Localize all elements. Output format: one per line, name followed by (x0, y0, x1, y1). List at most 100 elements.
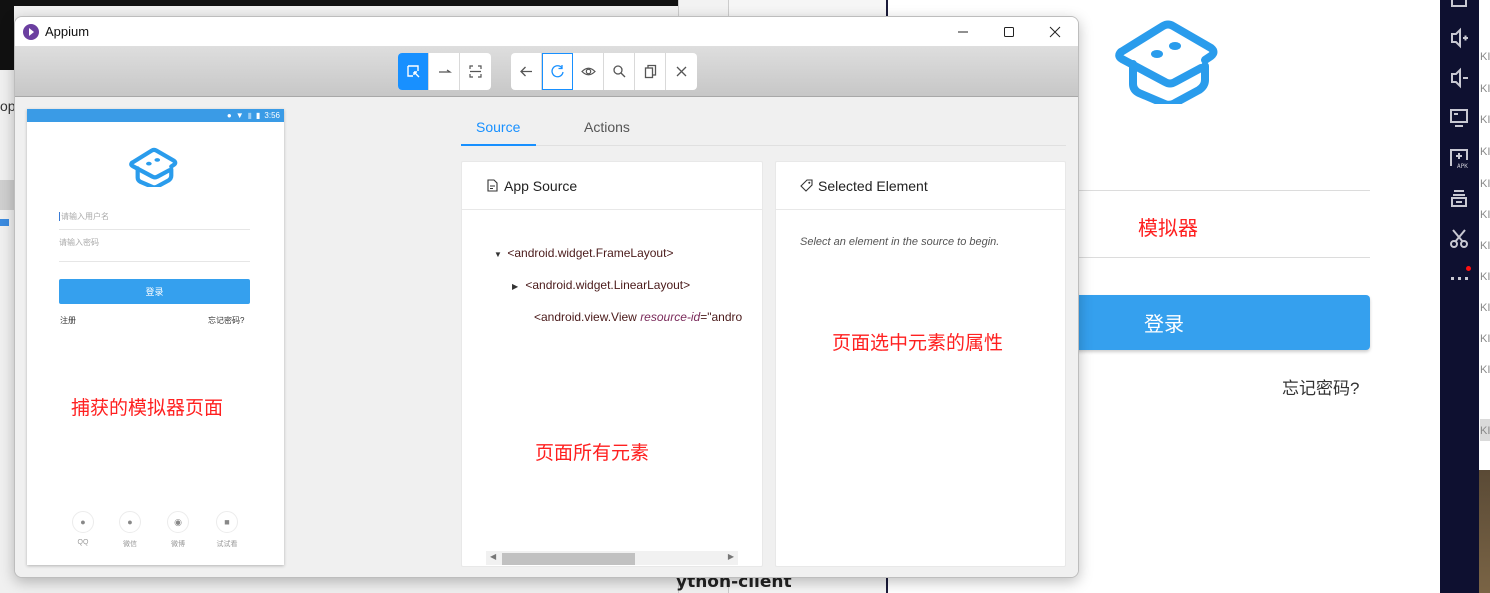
app-source-header: App Source (462, 162, 762, 210)
crop-frame-icon (469, 65, 482, 78)
app-logo-icon (1115, 20, 1218, 104)
device-username-field[interactable]: 请输入用户名 (59, 211, 250, 230)
tree-node[interactable]: <android.view.View resource-id="andro (534, 310, 742, 324)
tree-node-attr-value: ="andro (700, 310, 743, 324)
selected-element-header: Selected Element (776, 162, 1065, 210)
device-login-button[interactable]: 登录 (59, 279, 250, 304)
list-item: KI (1480, 240, 1490, 252)
social-label: 微博 (171, 541, 185, 548)
device-forgot-password-link[interactable]: 忘记密码? (208, 315, 244, 326)
active-tab-indicator (461, 144, 536, 146)
search-button[interactable] (604, 53, 635, 90)
mode-button-group (398, 53, 491, 90)
scrollbar-thumb[interactable] (502, 553, 635, 565)
refresh-button[interactable] (542, 53, 573, 90)
maximize-icon (1004, 26, 1014, 37)
appium-logo-icon (23, 23, 39, 40)
list-item: KI (1480, 302, 1490, 314)
background-list: KI KI KI KI KI KI KI KI KI KI KI KI (1479, 0, 1490, 593)
selected-element-panel: Selected Element Select an element in th… (775, 161, 1066, 567)
device-screenshot[interactable]: ● ▼ ▮ ▮ 3:56 请输入用户名 请输入密码 登录 注册 忘记密码? 捕获… (27, 109, 284, 565)
wechat-icon: ● (119, 511, 141, 533)
copy-xml-button[interactable] (635, 53, 666, 90)
title-bar: Appium (15, 17, 1078, 46)
toggle-attributes-button[interactable] (573, 53, 604, 90)
caret-right-icon[interactable]: ▶ (512, 282, 522, 291)
close-button[interactable] (1032, 17, 1078, 46)
tree-node-tag: <android.widget.LinearLayout> (525, 278, 691, 292)
minimize-button[interactable] (940, 17, 986, 46)
background-band (0, 180, 14, 210)
password-underline (1076, 257, 1370, 258)
emulator-side-toolbar: APK (1440, 0, 1479, 593)
tap-coordinates-button[interactable] (460, 53, 491, 90)
tab-actions[interactable]: Actions (584, 119, 630, 135)
list-item: KI (1480, 114, 1490, 126)
back-button[interactable] (511, 53, 542, 90)
tab-source[interactable]: Source (476, 119, 520, 135)
username-underline (1076, 190, 1370, 191)
volume-up-icon[interactable] (1448, 27, 1470, 49)
app-source-title: App Source (504, 177, 578, 194)
selected-annotation: 页面选中元素的属性 (832, 333, 1004, 354)
volume-down-icon[interactable] (1448, 67, 1470, 89)
install-apk-icon[interactable]: APK (1448, 147, 1470, 170)
arrow-left-icon (519, 66, 532, 77)
notification-dot (1466, 266, 1471, 271)
social-login-qq[interactable]: ● QQ (63, 511, 103, 546)
device-password-field[interactable]: 请输入密码 (59, 237, 250, 262)
list-item: KI (1480, 209, 1490, 221)
multi-window-icon[interactable] (1448, 187, 1470, 209)
social-label: 试试看 (216, 541, 238, 548)
window-icon[interactable] (1448, 0, 1470, 16)
caret-down-icon[interactable]: ▼ (494, 250, 504, 259)
wifi-icon: ▼ (235, 110, 244, 120)
social-login-try[interactable]: ■ 试试看 (207, 511, 247, 549)
background-edge (0, 0, 14, 70)
emulator-forgot-password-link[interactable]: 忘记密码? (1282, 374, 1359, 399)
social-login-weibo[interactable]: ◉ 微博 (158, 511, 198, 549)
ghost-icon: ■ (216, 511, 238, 533)
list-item: KI (1480, 271, 1490, 283)
tree-node[interactable]: ▼ <android.widget.FrameLayout> (494, 246, 673, 260)
select-elements-button[interactable] (398, 53, 429, 90)
selected-element-hint: Select an element in the source to begin… (800, 236, 1000, 248)
emulator-annotation: 模拟器 (1138, 218, 1198, 240)
screen-icon[interactable] (1448, 107, 1470, 129)
social-login-wechat[interactable]: ● 微信 (110, 511, 150, 549)
selected-element-title: Selected Element (818, 177, 928, 194)
svg-text:APK: APK (1457, 163, 1468, 169)
copy-icon (644, 64, 656, 79)
emulator-login-button[interactable]: 登录 (1048, 295, 1370, 350)
inspector-content: ● ▼ ▮ ▮ 3:56 请输入用户名 请输入密码 登录 注册 忘记密码? 捕获… (15, 97, 1078, 577)
scroll-right-icon[interactable]: ▶ (728, 552, 734, 561)
inspector-tabs: Source Actions (461, 109, 1066, 146)
appium-window: Appium ● ▼ ▮ ▮ 3:56 请输入用户名 请输入密码 登录 注册 忘… (14, 16, 1079, 578)
list-item: KI (1480, 51, 1490, 63)
social-label: QQ (77, 539, 89, 546)
qq-icon: ● (72, 511, 94, 533)
maximize-button[interactable] (986, 17, 1032, 46)
scissors-icon[interactable] (1448, 227, 1470, 249)
location-icon: ● (226, 110, 232, 120)
device-register-link[interactable]: 注册 (60, 315, 76, 326)
tree-node[interactable]: ▶ <android.widget.LinearLayout> (512, 278, 690, 292)
text-caret (59, 212, 60, 222)
battery-icon: ▮ (256, 110, 261, 120)
device-annotation: 捕获的模拟器页面 (71, 398, 224, 419)
quit-session-button[interactable] (666, 53, 697, 90)
horizontal-scrollbar[interactable]: ◀ ▶ (486, 551, 738, 565)
tree-node-tag: <android.widget.FrameLayout> (507, 246, 674, 260)
window-controls (940, 17, 1078, 46)
source-annotation: 页面所有元素 (535, 443, 650, 464)
close-icon (676, 66, 687, 77)
list-item: KI (1480, 83, 1490, 95)
tag-icon (800, 179, 813, 192)
scroll-left-icon[interactable]: ◀ (490, 552, 496, 561)
password-placeholder: 请输入密码 (59, 238, 99, 247)
close-icon (1049, 26, 1061, 37)
device-status-bar: ● ▼ ▮ ▮ 3:56 (27, 109, 284, 122)
background-photo (1479, 470, 1490, 593)
swipe-button[interactable] (429, 53, 460, 90)
weibo-icon: ◉ (167, 511, 189, 533)
